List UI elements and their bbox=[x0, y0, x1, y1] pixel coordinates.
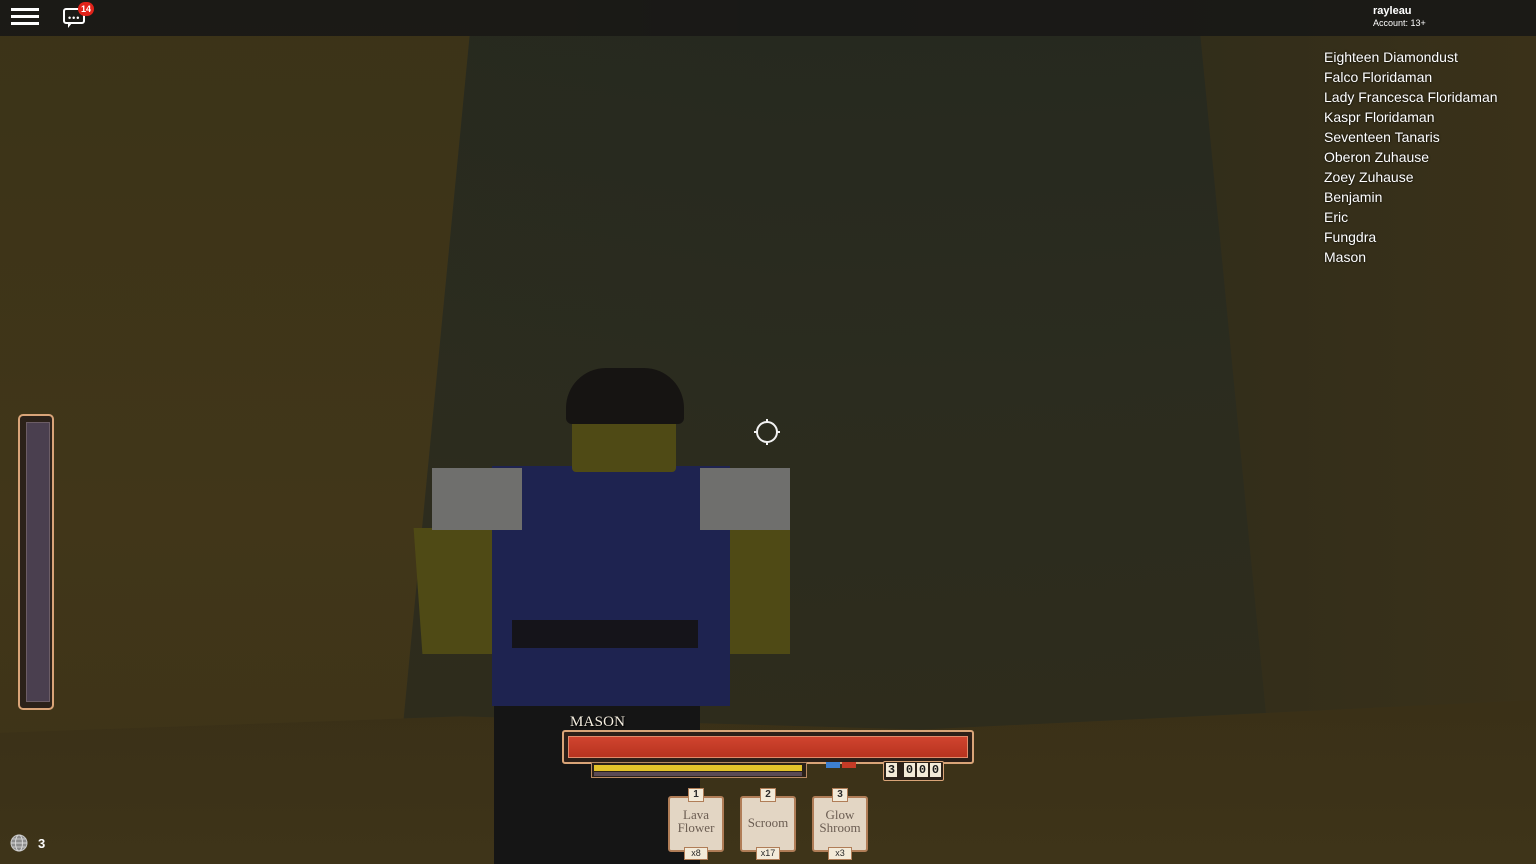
player-list-item[interactable]: Oberon Zuhause bbox=[1324, 147, 1498, 167]
character-name: MASON bbox=[570, 714, 626, 730]
username: rayleau bbox=[1373, 5, 1412, 17]
online-counter: 3 bbox=[10, 834, 45, 852]
player-list-item[interactable]: Lady Francesca Floridaman bbox=[1324, 87, 1498, 107]
stamina-bar bbox=[591, 762, 807, 778]
mana-blue-segment bbox=[826, 762, 840, 768]
avatar-right-shoulder bbox=[700, 468, 790, 530]
stamina-bar-fill bbox=[594, 765, 802, 771]
roblox-topbar: ••• 14 rayleau Account: 13+ bbox=[0, 0, 1536, 36]
hamburger-menu-icon[interactable] bbox=[11, 6, 39, 30]
player-list-item[interactable]: Eighteen Diamondust bbox=[1324, 47, 1498, 67]
hotbar-item-name: Glow Shroom bbox=[819, 807, 861, 835]
hotbar-slot-2[interactable]: 2 Scroom x17 bbox=[738, 788, 798, 860]
hotbar-key: 3 bbox=[832, 788, 848, 802]
hotbar-slot-3[interactable]: 3 Glow Shroom x3 bbox=[810, 788, 870, 860]
health-bar bbox=[562, 730, 974, 764]
currency-digit: 3 bbox=[886, 763, 897, 777]
health-bar-fill bbox=[568, 736, 968, 758]
secondary-bar bbox=[594, 772, 802, 776]
currency-digit: 0 bbox=[904, 763, 915, 777]
crosshair-icon bbox=[754, 419, 780, 445]
player-list-item[interactable]: Mason bbox=[1324, 247, 1498, 267]
player-list-item[interactable]: Fungdra bbox=[1324, 227, 1498, 247]
player-list-item[interactable]: Kaspr Floridaman bbox=[1324, 107, 1498, 127]
account-info: rayleau Account: 13+ bbox=[1373, 5, 1426, 29]
avatar-hair bbox=[566, 368, 684, 424]
currency-counter: 3 0 0 0 bbox=[883, 761, 944, 781]
chat-button[interactable]: ••• 14 bbox=[62, 2, 94, 32]
player-list-item[interactable]: Seventeen Tanaris bbox=[1324, 127, 1498, 147]
vertical-gauge-frame bbox=[18, 414, 54, 710]
currency-digit: 0 bbox=[917, 763, 928, 777]
mana-red-segment bbox=[842, 762, 856, 768]
player-list-item[interactable]: Zoey Zuhause bbox=[1324, 167, 1498, 187]
player-list-item[interactable]: Benjamin bbox=[1324, 187, 1498, 207]
hotbar-item-name: Scroom bbox=[747, 815, 789, 830]
player-list-item[interactable]: Falco Floridaman bbox=[1324, 67, 1498, 87]
hotbar-key: 1 bbox=[688, 788, 704, 802]
player-list: Eighteen Diamondust Falco Floridaman Lad… bbox=[1324, 47, 1498, 267]
hotbar-key: 2 bbox=[760, 788, 776, 802]
hotbar-item-count: x17 bbox=[756, 847, 780, 860]
hotbar-item-count: x8 bbox=[684, 847, 708, 860]
account-age: Account: 13+ bbox=[1373, 18, 1426, 28]
chat-notification-badge: 14 bbox=[78, 2, 94, 16]
avatar-left-shoulder bbox=[432, 468, 522, 530]
hotbar-item-name: Lava Flower bbox=[677, 807, 715, 835]
hotbar-item-count: x3 bbox=[828, 847, 852, 860]
vertical-gauge-track bbox=[26, 422, 50, 702]
avatar-torso bbox=[492, 466, 730, 706]
currency-digit: 0 bbox=[930, 763, 941, 777]
online-count: 3 bbox=[38, 835, 46, 851]
hotbar-slot-1[interactable]: 1 Lava Flower x8 bbox=[666, 788, 726, 860]
globe-icon bbox=[10, 834, 28, 852]
vertical-gauge bbox=[16, 414, 56, 710]
mana-indicator bbox=[826, 762, 870, 772]
player-list-item[interactable]: Eric bbox=[1324, 207, 1498, 227]
avatar-belt bbox=[512, 620, 698, 648]
